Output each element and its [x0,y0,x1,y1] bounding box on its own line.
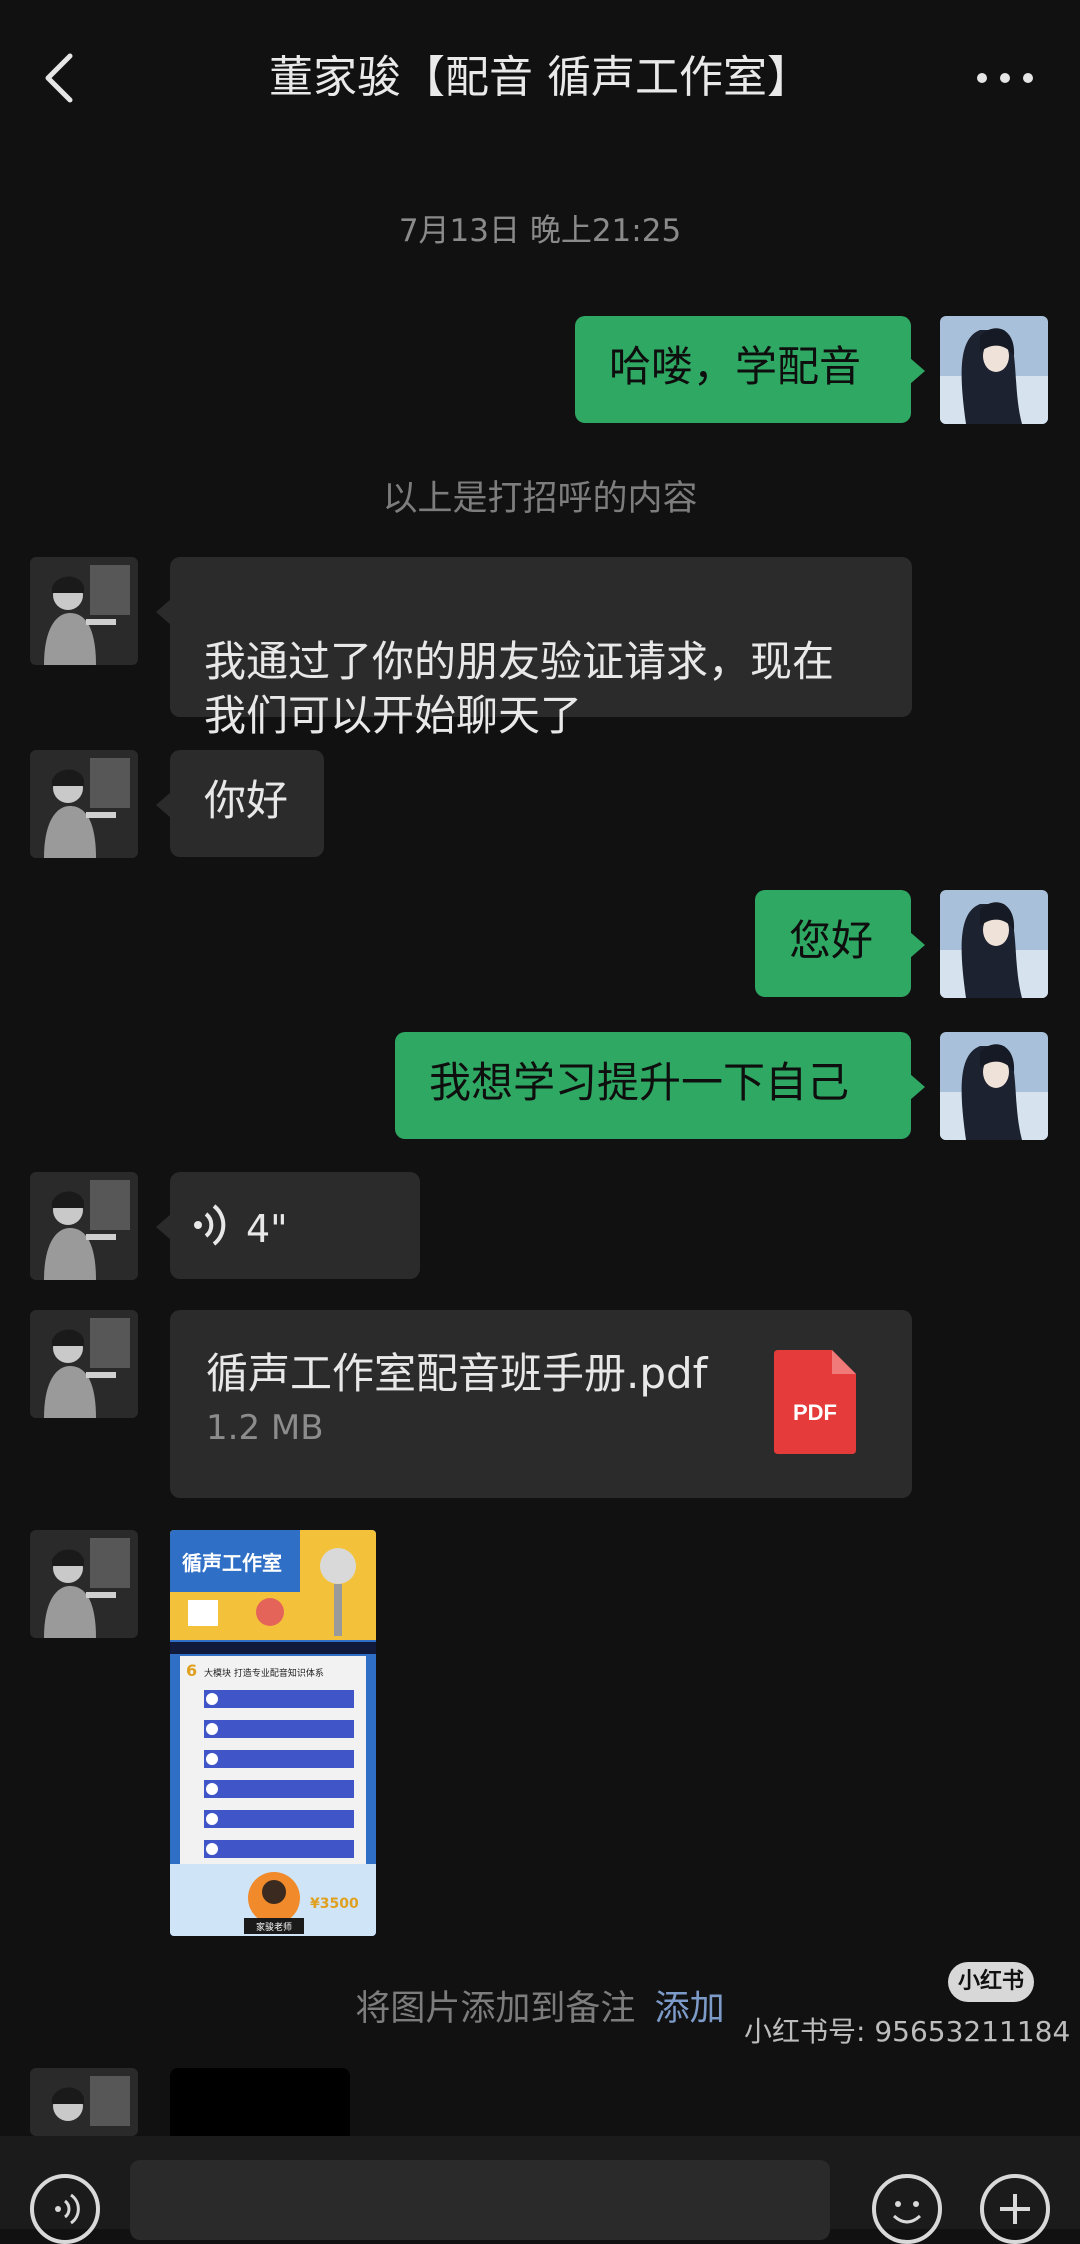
xiaohongshu-watermark: 小红书号: 95653211184 [744,2015,1071,2048]
pdf-label: PDF [793,1400,837,1425]
file-size: 1.2 MB [206,1408,324,1448]
voice-message[interactable]: 4" [156,1172,420,1279]
message-text: 哈喽，学配音 [609,342,862,391]
chat-header: 董家骏【配音 循声工作室】 [0,0,1080,160]
received-message[interactable]: 我通过了你的朋友验证请求，现在 我们可以开始聊天了 [156,557,912,740]
contact-avatar[interactable] [30,750,138,858]
partial-message[interactable] [170,2068,350,2136]
more-options-icon[interactable] [970,58,1040,98]
sent-message[interactable]: 我想学习提升一下自己 [395,1032,925,1139]
back-icon[interactable] [32,48,92,108]
thumb-teacher: 家骏老师 [256,1921,292,1933]
message-text: 我通过了你的朋友验证请求，现在 我们可以开始聊天了 [204,637,835,740]
message-input[interactable] [130,2160,830,2240]
voice-wave-icon [190,1200,236,1263]
emoji-button[interactable] [872,2174,942,2244]
thumb-headline: 大模块 打造专业配音知识体系 [204,1667,324,1679]
contact-avatar[interactable] [30,1172,138,1280]
message-text: 我想学习提升一下自己 [429,1058,850,1107]
more-actions-button[interactable] [980,2174,1050,2244]
add-image-note-text: 将图片添加到备注 [355,1989,636,2029]
voice-duration: 4" [246,1207,288,1251]
self-avatar[interactable] [940,316,1048,424]
file-message[interactable]: 循声工作室配音班手册.pdf 1.2 MB PDF [170,1310,912,1498]
self-avatar[interactable] [940,890,1048,998]
image-message[interactable]: 循声工作室 6 大模块 打造专业配音知识体系 ¥3500 家骏老师 [170,1530,376,1936]
message-timestamp: 7月13日 晚上21:25 [398,213,682,249]
file-name: 循声工作室配音班手册.pdf [206,1349,708,1398]
message-text: 你好 [204,776,289,825]
contact-avatar[interactable] [30,1530,138,1638]
received-message[interactable]: 你好 [156,750,324,857]
contact-avatar[interactable] [30,1310,138,1418]
sent-message[interactable]: 您好 [755,890,925,997]
add-image-link[interactable]: 添加 [655,1989,725,2029]
thumb-title: 循声工作室 [182,1551,282,1575]
self-avatar[interactable] [940,1032,1048,1140]
contact-avatar[interactable] [30,557,138,665]
voice-input-button[interactable] [30,2174,100,2244]
xiaohongshu-logo: 小红书 [948,1962,1034,2002]
contact-avatar[interactable] [30,2068,138,2136]
greeting-notice: 以上是打招呼的内容 [382,479,698,519]
chat-title: 董家骏【配音 循声工作室】 [269,52,811,103]
thumb-price: ¥3500 [310,1896,359,1912]
thumb-number: 6 [186,1661,197,1680]
sent-message[interactable]: 哈喽，学配音 [575,316,925,423]
message-text: 您好 [789,916,874,965]
pdf-file-icon: PDF [774,1350,856,1454]
